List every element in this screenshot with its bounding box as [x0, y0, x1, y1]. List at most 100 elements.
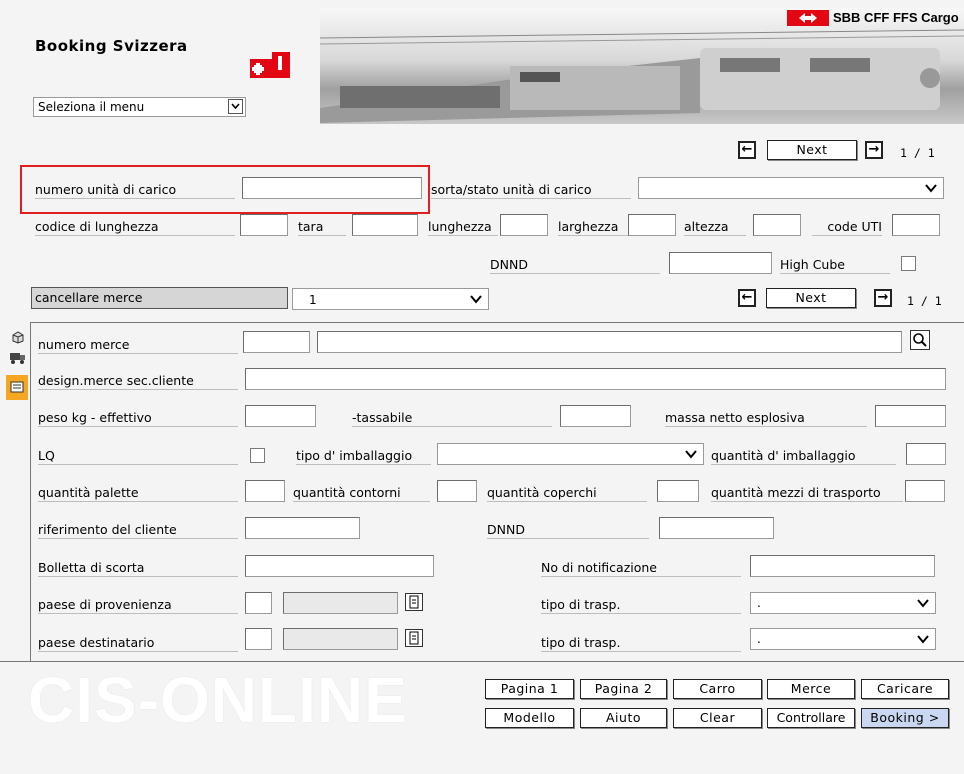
left-divider — [30, 322, 31, 662]
sorta-label: sorta/stato unità di carico — [431, 182, 631, 199]
aiuto-button[interactable]: Aiuto — [580, 708, 667, 728]
modello-button[interactable]: Modello — [485, 708, 574, 728]
goods-icon[interactable] — [6, 375, 28, 400]
quantita-coperchi-input[interactable] — [657, 480, 699, 502]
document-icon[interactable] — [405, 629, 423, 647]
merce-description-input[interactable] — [317, 331, 902, 353]
riferimento-input[interactable] — [245, 517, 360, 539]
container-icon[interactable] — [11, 330, 25, 344]
tipo-trasp-1-value: . — [757, 596, 761, 610]
quantita-contorni-label: quantità contorni — [293, 485, 430, 502]
quantita-palette-input[interactable] — [245, 480, 285, 502]
dnnd-label: DNND — [490, 257, 660, 274]
design-merce-input[interactable] — [245, 368, 946, 390]
tassabile-input[interactable] — [560, 405, 631, 427]
chevron-down-icon — [917, 635, 929, 644]
section-divider — [31, 322, 964, 323]
lq-label: LQ — [38, 448, 238, 465]
goods-dnnd-input[interactable] — [659, 517, 774, 539]
quantita-palette-label: quantità palette — [38, 485, 238, 502]
quantita-mezzi-label: quantità mezzi di trasporto — [711, 485, 903, 502]
pagina-1-button[interactable]: Pagina 1 — [485, 679, 574, 699]
goods-select[interactable]: 1 — [292, 288, 489, 310]
quantita-coperchi-label: quantità coperchi — [487, 485, 647, 502]
prev-goods-arrow-icon[interactable]: ← — [738, 289, 756, 307]
altezza-label: altezza — [684, 219, 746, 236]
tassabile-label: -tassabile — [352, 410, 552, 427]
quantita-mezzi-input[interactable] — [905, 480, 945, 502]
carro-button[interactable]: Carro — [673, 679, 762, 699]
train-banner-image — [320, 8, 964, 124]
tipo-trasp-1-label: tipo di trasp. — [541, 597, 741, 614]
swiss-logo-icon — [250, 52, 290, 78]
sorta-select[interactable] — [638, 177, 944, 199]
paese-provenienza-code-input[interactable] — [245, 592, 272, 614]
chevron-down-icon — [228, 99, 243, 114]
pagina-2-button[interactable]: Pagina 2 — [580, 679, 667, 699]
notificazione-label: No di notificazione — [541, 560, 741, 577]
menu-select[interactable]: Seleziona il menu — [33, 97, 246, 117]
code-uti-label: code UTI — [812, 219, 882, 236]
tara-input[interactable] — [352, 214, 418, 236]
dnnd-input[interactable] — [669, 252, 772, 274]
paese-provenienza-name-input — [283, 592, 398, 614]
prev-page-arrow-icon[interactable]: ← — [738, 141, 756, 159]
search-icon[interactable] — [910, 330, 930, 350]
sbb-logo-icon — [787, 10, 829, 26]
next-page-arrow-icon[interactable]: → — [865, 141, 883, 159]
chevron-down-icon — [925, 184, 937, 193]
high-cube-label: High Cube — [780, 257, 890, 274]
booking-button[interactable]: Booking > — [861, 708, 949, 728]
clear-button[interactable]: Clear — [673, 708, 762, 728]
next-page-button[interactable]: Next — [767, 140, 857, 160]
document-icon[interactable] — [405, 593, 423, 611]
quantita-contorni-input[interactable] — [437, 480, 477, 502]
codice-lunghezza-input[interactable] — [240, 214, 288, 236]
caricare-button[interactable]: Caricare — [861, 679, 949, 699]
lunghezza-input[interactable] — [500, 214, 548, 236]
larghezza-label: larghezza — [558, 219, 628, 236]
paese-destinatario-name-input — [283, 628, 398, 650]
tipo-trasp-2-value: . — [757, 632, 761, 646]
bolletta-label: Bolletta di scorta — [38, 560, 238, 577]
tara-label: tara — [298, 219, 346, 236]
peso-input[interactable] — [245, 405, 316, 427]
lq-checkbox[interactable] — [250, 448, 265, 463]
menu-select-value: Seleziona il menu — [38, 100, 145, 114]
next-goods-button[interactable]: Next — [766, 288, 856, 308]
goods-page-indicator: 1 / 1 — [907, 294, 942, 308]
page-indicator: 1 / 1 — [900, 146, 935, 160]
cancel-goods-button[interactable]: cancellare merce — [31, 287, 288, 309]
tipo-trasp-2-select[interactable]: . — [750, 628, 936, 650]
tipo-imballaggio-label: tipo d' imballaggio — [296, 448, 431, 465]
tipo-trasp-1-select[interactable]: . — [750, 592, 936, 614]
numero-unita-label: numero unità di carico — [35, 182, 235, 199]
notificazione-input[interactable] — [750, 555, 935, 577]
merce-button[interactable]: Merce — [767, 679, 855, 699]
high-cube-checkbox[interactable] — [901, 256, 916, 271]
paese-destinatario-label: paese destinatario — [38, 635, 238, 652]
chevron-down-icon — [685, 450, 697, 459]
altezza-input[interactable] — [753, 214, 801, 236]
larghezza-input[interactable] — [628, 214, 676, 236]
peso-label: peso kg - effettivo — [38, 410, 238, 427]
chevron-down-icon — [470, 295, 482, 304]
bolletta-input[interactable] — [245, 555, 434, 577]
goods-select-value: 1 — [309, 293, 317, 307]
design-merce-label: design.merce sec.cliente — [38, 373, 238, 390]
numero-unita-input[interactable] — [242, 177, 422, 199]
lunghezza-label: lunghezza — [428, 219, 498, 236]
next-goods-arrow-icon[interactable]: → — [874, 289, 892, 307]
code-uti-input[interactable] — [892, 214, 940, 236]
footer-divider — [0, 661, 964, 662]
massa-input[interactable] — [875, 405, 946, 427]
controllare-button[interactable]: Controllare — [767, 708, 855, 728]
paese-destinatario-code-input[interactable] — [245, 628, 272, 650]
cancel-goods-label: cancellare merce — [35, 290, 143, 305]
numero-merce-input[interactable] — [243, 331, 310, 353]
tipo-trasp-2-label: tipo di trasp. — [541, 635, 741, 652]
tipo-imballaggio-select[interactable] — [437, 443, 704, 465]
goods-dnnd-label: DNND — [487, 522, 649, 539]
quantita-imballaggio-input[interactable] — [906, 443, 946, 465]
truck-icon[interactable] — [9, 350, 27, 366]
